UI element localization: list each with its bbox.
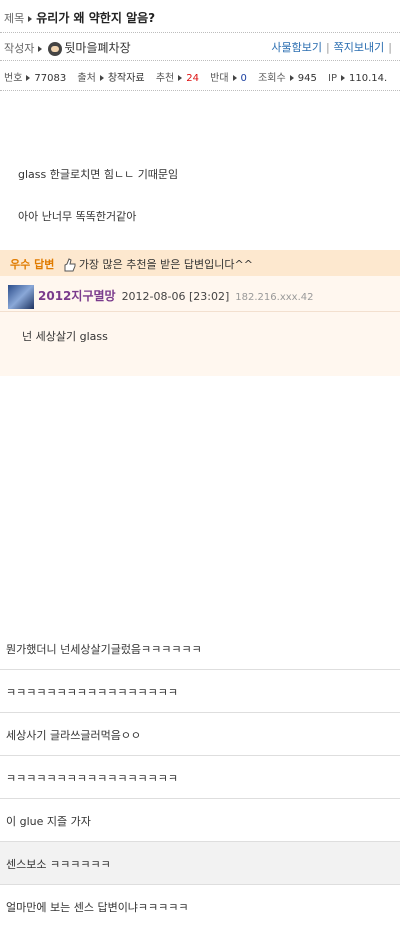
author-links: 사물함보기 | 쪽지보내기 | bbox=[271, 41, 392, 54]
oppose-label: 반대 bbox=[210, 73, 229, 84]
arrow-icon bbox=[99, 74, 104, 81]
author-row: 작성자 뒷마을폐차장 사물함보기 | 쪽지보내기 | bbox=[0, 33, 400, 61]
arrow-icon bbox=[232, 74, 237, 81]
views-count: 945 bbox=[297, 73, 317, 84]
best-answer-bar: 우수 답변 가장 많은 추천을 받은 답변입니다^^ bbox=[0, 250, 400, 276]
arrow-icon bbox=[340, 74, 345, 81]
view-gallery-link[interactable]: 사물함보기 bbox=[271, 41, 322, 54]
answer-text: 넌 세상살기 glass bbox=[22, 330, 108, 343]
post-source: 창작자료 bbox=[107, 73, 145, 84]
comment-item: 세상사기 글라쓰글러먹음ㅇㅇ bbox=[0, 713, 400, 756]
post-meta-row: 번호 77083 출처 창작자료 추천 24 반대 0 조회수 945 IP 110.14. bbox=[0, 61, 400, 91]
comment-item: 센스보소 ㅋㅋㅋㅋㅋㅋ bbox=[0, 842, 400, 885]
source-label: 출처 bbox=[77, 73, 96, 84]
author-name[interactable]: 뒷마을폐차장 bbox=[64, 41, 130, 55]
no-label: 번호 bbox=[4, 73, 23, 84]
post-title-row: 제목 유리가 왜 약한지 알음? bbox=[0, 0, 400, 33]
best-answer-desc: 가장 많은 추천을 받은 답변입니다^^ bbox=[78, 258, 253, 271]
comment-item: ㅋㅋㅋㅋㅋㅋㅋㅋㅋㅋㅋㅋㅋㅋㅋㅋㅋ bbox=[0, 670, 400, 713]
comment-item: 얼마만에 보는 센스 답변이냐ㅋㅋㅋㅋㅋ bbox=[0, 885, 400, 927]
arrow-icon bbox=[289, 74, 294, 81]
recommend-count: 24 bbox=[186, 73, 199, 84]
comment-item: 이 glue 지즐 가자 bbox=[0, 799, 400, 842]
arrow-icon bbox=[26, 74, 31, 81]
author-ip: 110.14. bbox=[348, 73, 388, 84]
answer-ip: 182.216.xxx.42 bbox=[235, 292, 314, 303]
comment-item: 뭔가했더니 넌세상살기글렀음ㅋㅋㅋㅋㅋㅋ bbox=[0, 627, 400, 670]
arrow-icon bbox=[28, 15, 33, 22]
more-separator: | bbox=[388, 41, 392, 54]
arrow-icon bbox=[38, 45, 43, 52]
oppose-count: 0 bbox=[240, 73, 247, 84]
ip-label: IP bbox=[328, 73, 337, 84]
post-body-line: glass 한글로치면 힘ㄴㄴ 기때문임 bbox=[18, 168, 179, 181]
comment-item: ㅋㅋㅋㅋㅋㅋㅋㅋㅋㅋㅋㅋㅋㅋㅋㅋㅋ bbox=[0, 756, 400, 799]
post-body-line: 아아 난너무 똑똑한거같아 bbox=[18, 210, 137, 223]
author-avatar-icon bbox=[48, 42, 63, 56]
best-answer-header: 2012지구멸망 2012-08-06 [23:02] 182.216.xxx.42 bbox=[0, 276, 400, 312]
arrow-icon bbox=[178, 74, 183, 81]
answer-author[interactable]: 2012지구멸망 bbox=[38, 289, 116, 303]
title-label: 제목 bbox=[4, 12, 25, 25]
views-label: 조회수 bbox=[258, 73, 286, 84]
best-answer-badge: 우수 답변 bbox=[10, 258, 55, 271]
thumbs-up-icon bbox=[64, 258, 76, 272]
recommend-label: 추천 bbox=[155, 73, 175, 84]
answer-date: 2012-08-06 [23:02] bbox=[121, 290, 230, 303]
send-message-link[interactable]: 쪽지보내기 bbox=[334, 41, 385, 54]
post-title: 유리가 왜 약한지 알음? bbox=[36, 11, 156, 25]
post-number: 77083 bbox=[34, 73, 67, 84]
author-label: 작성자 bbox=[4, 42, 35, 55]
answer-avatar bbox=[8, 285, 34, 309]
